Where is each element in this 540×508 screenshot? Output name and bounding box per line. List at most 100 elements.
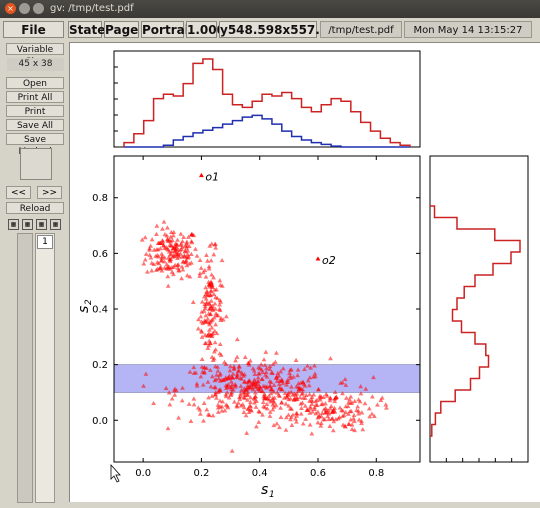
scatter-point bbox=[219, 257, 225, 263]
scatter-point bbox=[194, 253, 200, 258]
scatter-point bbox=[330, 428, 336, 433]
x-axis-label-subscript: 1 bbox=[269, 490, 275, 500]
main-scatter-plot: o1o20.0 0.2 0.4 0.6 0.80.00.20.40.60.8s 1s2 bbox=[76, 155, 421, 500]
next-page-button[interactable]: >> bbox=[37, 186, 62, 199]
document-view[interactable]: o1 o2 0.0 0.2 0.4 0.6 0.8 0.0 0.2 0.4 0.6 0.8 s 1 s 2 bbox=[69, 42, 540, 502]
scatter-point bbox=[191, 396, 197, 401]
scatter-point bbox=[263, 349, 269, 354]
y-tick-label: 0.0 bbox=[92, 416, 108, 427]
scatter-point bbox=[209, 272, 215, 277]
scatter-point bbox=[293, 357, 299, 362]
title-bar: × gv: /tmp/test.pdf bbox=[0, 0, 540, 18]
close-icon[interactable]: × bbox=[5, 3, 16, 14]
print-marked-button[interactable]: Print Marked bbox=[6, 105, 64, 129]
scatter-point bbox=[144, 269, 150, 274]
scatter-point bbox=[234, 336, 240, 342]
scatter-point bbox=[189, 238, 194, 244]
scatter-point bbox=[198, 314, 204, 319]
page-list[interactable]: 1 bbox=[35, 233, 55, 503]
scatter-point bbox=[247, 358, 253, 363]
scatter-point bbox=[213, 347, 219, 352]
scatter-point bbox=[256, 419, 262, 424]
scatter-point bbox=[154, 231, 159, 236]
scatter-point bbox=[176, 415, 181, 420]
page-menu[interactable]: Page bbox=[104, 21, 139, 38]
scatter-point bbox=[277, 424, 282, 430]
outlier-point bbox=[315, 256, 321, 261]
scatter-point bbox=[267, 413, 273, 418]
scatter-point bbox=[315, 420, 321, 425]
scatter-point bbox=[234, 354, 240, 359]
scatter-point bbox=[278, 405, 284, 410]
scatter-point bbox=[205, 258, 210, 263]
scatter-point bbox=[253, 424, 259, 429]
size-mode-button[interactable]: Variable Size bbox=[6, 43, 64, 67]
page-list-scrollbar[interactable] bbox=[17, 233, 33, 503]
right-histogram-frame bbox=[429, 155, 529, 463]
coordinate-readout: y548.598x557.145 bbox=[219, 21, 345, 38]
scatter-point bbox=[283, 401, 289, 406]
scatter-point bbox=[360, 427, 366, 432]
gv-window: × gv: /tmp/test.pdf File State Page Port… bbox=[0, 0, 540, 508]
scatter-point bbox=[242, 354, 248, 360]
scatter-point bbox=[165, 283, 171, 288]
save-all-button[interactable]: Save All bbox=[6, 119, 64, 131]
scatter-point bbox=[348, 394, 354, 399]
scatter-point bbox=[161, 219, 167, 224]
scatter-point bbox=[300, 421, 306, 426]
open-button[interactable]: Open bbox=[6, 77, 64, 89]
scatter-point bbox=[206, 338, 212, 343]
print-all-button[interactable]: Print All bbox=[6, 91, 64, 103]
scatter-point bbox=[197, 411, 203, 416]
state-menu[interactable]: State bbox=[68, 21, 105, 38]
scatter-point bbox=[142, 257, 148, 262]
y-axis-label-subscript: 2 bbox=[84, 299, 94, 305]
scatter-point bbox=[175, 237, 180, 242]
scatter-point bbox=[299, 405, 304, 410]
scatter-point bbox=[383, 402, 389, 407]
scatter-point bbox=[229, 448, 235, 453]
scatter-point bbox=[209, 241, 215, 246]
scatter-point bbox=[253, 404, 259, 409]
outlier-label: o1 bbox=[205, 170, 219, 183]
file-menu[interactable]: File bbox=[3, 21, 64, 38]
page-panner[interactable] bbox=[20, 148, 52, 180]
x-tick-label: 0.6 bbox=[310, 468, 326, 479]
reload-button[interactable]: Reload bbox=[6, 202, 64, 214]
y-tick-label: 0.8 bbox=[92, 193, 108, 204]
toggle-even-icon[interactable]: ▦ bbox=[22, 219, 33, 230]
scatter-point bbox=[143, 251, 149, 256]
prev-page-button[interactable]: << bbox=[6, 186, 31, 199]
scatter-point bbox=[208, 258, 214, 263]
scale-menu[interactable]: 1.000 bbox=[186, 21, 225, 38]
maximize-icon[interactable] bbox=[33, 3, 44, 14]
scatter-point bbox=[256, 408, 262, 413]
scatter-point bbox=[204, 252, 209, 257]
scatter-point bbox=[261, 357, 267, 362]
scatter-point bbox=[195, 326, 201, 331]
scatter-point bbox=[206, 266, 212, 271]
scatter-point bbox=[217, 278, 223, 283]
page-list-item[interactable]: 1 bbox=[37, 235, 53, 249]
orientation-menu[interactable]: Portrait bbox=[141, 21, 195, 38]
scatter-point bbox=[198, 265, 204, 270]
scatter-point bbox=[167, 402, 173, 407]
scatter-point bbox=[149, 237, 155, 242]
scatter-point bbox=[165, 425, 171, 431]
toggle-unmark-icon[interactable]: ▦ bbox=[50, 219, 61, 230]
scatter-point bbox=[289, 422, 295, 427]
scatter-point bbox=[199, 299, 205, 304]
x-tick-label: 0.2 bbox=[193, 468, 209, 479]
toggle-current-icon[interactable]: ▦ bbox=[36, 219, 47, 230]
scatter-point bbox=[369, 394, 375, 399]
x-axis-label: s bbox=[261, 482, 268, 498]
scatter-point bbox=[179, 276, 185, 281]
page-dimensions: 45 x 38 bbox=[7, 58, 64, 71]
scatter-point bbox=[349, 426, 355, 432]
toggle-odd-icon[interactable]: ▦ bbox=[8, 219, 19, 230]
minimize-icon[interactable] bbox=[19, 3, 30, 14]
save-marked-button[interactable]: Save Marked bbox=[6, 133, 64, 157]
scatter-point bbox=[379, 395, 385, 400]
scatter-point bbox=[375, 402, 380, 407]
outlier-point bbox=[199, 172, 204, 178]
